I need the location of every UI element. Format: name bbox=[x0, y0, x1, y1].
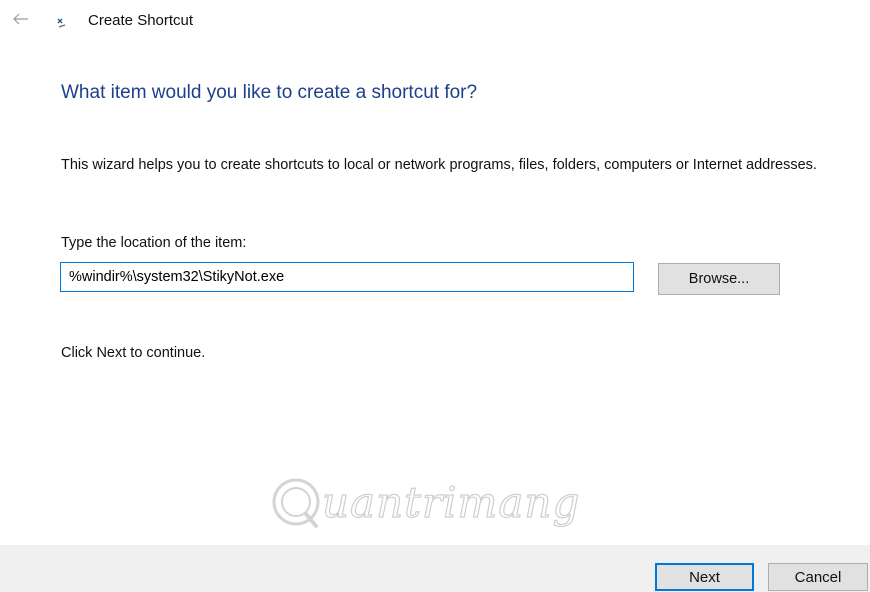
window-title: Create Shortcut bbox=[88, 12, 194, 29]
watermark: uantrimang bbox=[268, 472, 598, 532]
location-input[interactable] bbox=[60, 262, 634, 292]
watermark-text: uantrimang bbox=[321, 477, 581, 527]
arrow-left-icon bbox=[13, 13, 28, 25]
next-button[interactable]: Next bbox=[655, 563, 754, 591]
footer-bar: Next Cancel bbox=[0, 545, 870, 592]
cancel-button[interactable]: Cancel bbox=[768, 563, 868, 591]
location-label: Type the location of the item: bbox=[61, 235, 247, 251]
back-button[interactable] bbox=[10, 8, 32, 30]
continue-hint: Click Next to continue. bbox=[61, 345, 206, 361]
wizard-description: This wizard helps you to create shortcut… bbox=[61, 157, 817, 173]
browse-button[interactable]: Browse... bbox=[658, 263, 780, 295]
title-bar: Create Shortcut bbox=[0, 0, 870, 44]
shortcut-wizard-icon bbox=[56, 16, 68, 28]
quantrimang-logo bbox=[272, 478, 320, 528]
page-heading: What item would you like to create a sho… bbox=[61, 82, 478, 103]
